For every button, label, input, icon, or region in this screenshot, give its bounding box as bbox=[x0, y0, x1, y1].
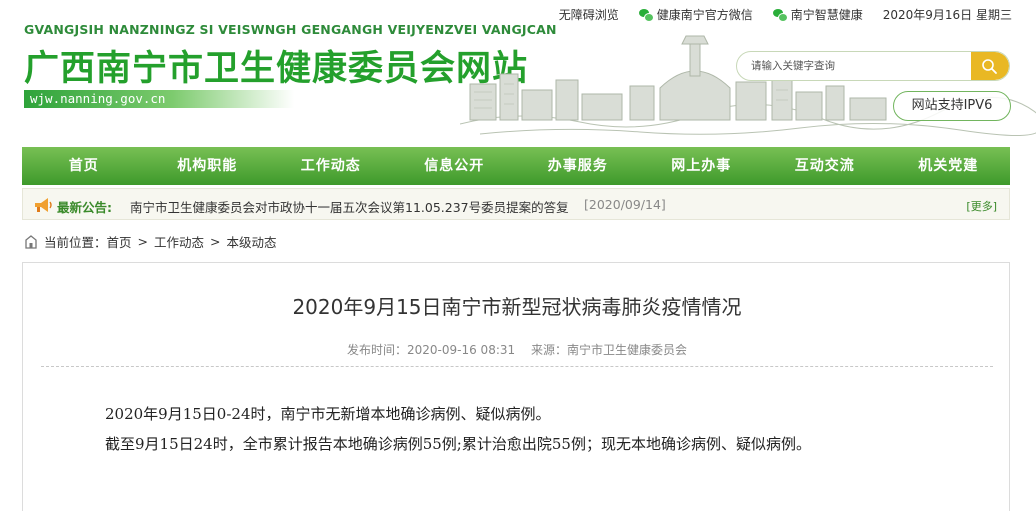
breadcrumb-work-news[interactable]: 工作动态 bbox=[154, 232, 204, 251]
search-button[interactable] bbox=[971, 52, 1009, 80]
megaphone-icon bbox=[35, 198, 52, 212]
nav-party-building[interactable]: 机关党建 bbox=[887, 147, 1011, 185]
site-domain: wjw.nanning.gov.cn bbox=[30, 91, 166, 106]
breadcrumb-home[interactable]: 首页 bbox=[107, 232, 132, 251]
article-source: 来源：南宁市卫生健康委员会 bbox=[530, 343, 687, 357]
article-paragraph: 2020年9月15日0-24时，南宁市无新增本地确诊病例、疑似病例。 bbox=[105, 405, 551, 423]
notice-more-link[interactable]: [更多] bbox=[966, 198, 997, 214]
article-paragraph: 截至9月15日24时，全市累计报告本地确诊病例55例;累计治愈出院55例；现无本… bbox=[105, 435, 811, 453]
nav-home[interactable]: 首页 bbox=[22, 147, 146, 185]
site-name: 广西南宁市卫生健康委员会网站 bbox=[24, 49, 529, 89]
search-box bbox=[736, 51, 1010, 81]
domain-bar: wjw.nanning.gov.cn bbox=[24, 90, 294, 108]
site-header: 无障碍浏览 健康南宁官方微信 南宁智慧健康 2020年9月16日 星期三 GVA… bbox=[0, 0, 1036, 146]
main-nav: 首页 机构职能 工作动态 信息公开 办事服务 网上办事 互动交流 机关党建 bbox=[22, 147, 1010, 185]
breadcrumb-local-news[interactable]: 本级动态 bbox=[227, 232, 277, 251]
breadcrumb: 当前位置： 首页 > 工作动态 > 本级动态 bbox=[24, 232, 277, 251]
breadcrumb-separator: > bbox=[137, 234, 149, 249]
breadcrumb-prefix: 当前位置： bbox=[44, 235, 107, 250]
nav-interaction[interactable]: 互动交流 bbox=[763, 147, 887, 185]
location-icon bbox=[25, 234, 37, 249]
ipv6-badge[interactable]: 网站支持IPV6 bbox=[893, 91, 1011, 121]
nav-work-news[interactable]: 工作动态 bbox=[269, 147, 393, 185]
notice-bar: 最新公告: 南宁市卫生健康委员会对市政协十一届五次会议第11.05.237号委员… bbox=[22, 188, 1010, 220]
nav-info-disclosure[interactable]: 信息公开 bbox=[393, 147, 517, 185]
nav-online-services[interactable]: 网上办事 bbox=[640, 147, 764, 185]
notice-date: [2020/09/14] bbox=[584, 197, 666, 212]
search-icon bbox=[982, 59, 997, 74]
notice-label: 最新公告: bbox=[57, 200, 112, 215]
breadcrumb-separator: > bbox=[210, 234, 221, 249]
article-title: 2020年9月15日南宁市新型冠状病毒肺炎疫情情况 bbox=[292, 295, 742, 319]
search-input[interactable] bbox=[751, 57, 951, 75]
divider bbox=[41, 366, 993, 367]
nav-services[interactable]: 办事服务 bbox=[516, 147, 640, 185]
article-meta: 发布时间：2020-09-16 08:31 来源：南宁市卫生健康委员会 bbox=[23, 341, 1011, 358]
notice-link[interactable]: 南宁市卫生健康委员会对市政协十一届五次会议第11.05.237号委员提案的答复 bbox=[130, 197, 569, 216]
article-panel: 2020年9月15日南宁市新型冠状病毒肺炎疫情情况 发布时间：2020-09-1… bbox=[22, 262, 1010, 511]
publish-time: 发布时间：2020-09-16 08:31 bbox=[347, 343, 516, 357]
nav-organization[interactable]: 机构职能 bbox=[146, 147, 270, 185]
